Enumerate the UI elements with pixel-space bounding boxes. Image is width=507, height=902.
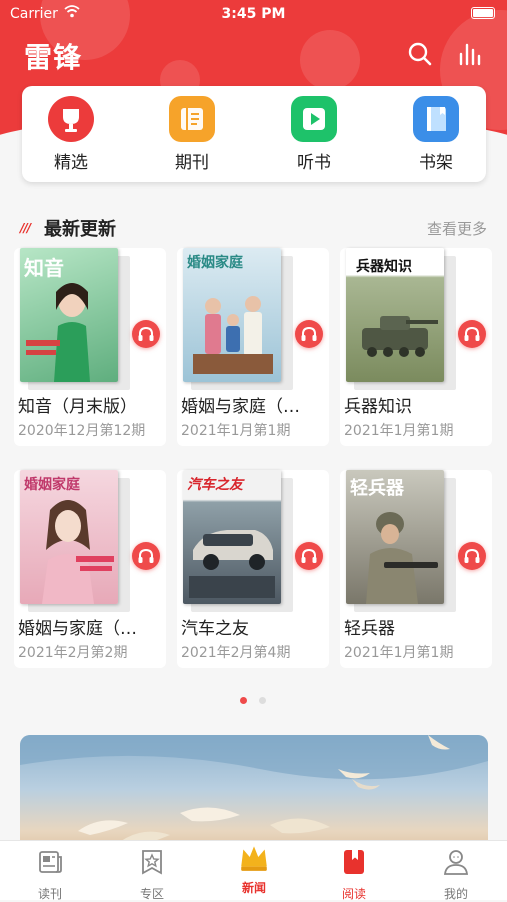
crown-icon: [241, 846, 267, 871]
magazine-title: 轻兵器: [344, 619, 395, 639]
category-audiobooks[interactable]: 听书: [274, 96, 354, 173]
headphones-icon[interactable]: [295, 542, 323, 570]
magazine-issue: 2021年1月第1期: [181, 423, 291, 439]
magazine-issue: 2021年2月第4期: [181, 645, 291, 661]
bottom-tab-bar: 读刊 专区 新闻 阅读 我的: [0, 840, 507, 902]
magazine-issue: 2021年1月第1期: [344, 645, 454, 661]
profile-icon: [443, 850, 469, 875]
magazine-issue: 2020年12月第12期: [18, 423, 146, 439]
magazine-card[interactable]: 汽车之友 汽车之友 2021年2月第4期: [177, 470, 329, 668]
book-open-icon: [169, 96, 215, 142]
magazine-cover: 轻兵器: [346, 470, 444, 604]
tab-profile[interactable]: 我的: [416, 847, 496, 902]
magazine-cover: 婚姻家庭: [20, 470, 118, 604]
category-bookshelf[interactable]: 书架: [396, 96, 476, 173]
magazine-card[interactable]: 轻兵器 轻兵器 2021年1月第1期: [340, 470, 492, 668]
page-dot[interactable]: [259, 697, 267, 704]
page-title: 雷锋: [24, 41, 83, 74]
magazine-cover: 知音: [20, 248, 118, 382]
section-title: 最新更新: [44, 219, 116, 240]
category-featured[interactable]: 精选: [31, 96, 111, 173]
battery-icon: [471, 7, 495, 19]
headphones-icon[interactable]: [132, 542, 160, 570]
magazine-card[interactable]: 兵器知识 兵器知识 2021年1月第1期: [340, 248, 492, 446]
headphones-icon[interactable]: [458, 320, 486, 348]
play-icon: [291, 96, 337, 142]
headphones-icon[interactable]: [295, 320, 323, 348]
tab-label: 专区: [139, 887, 164, 901]
magazine-title: 婚姻与家庭（…: [18, 619, 137, 639]
category-label: 听书: [297, 153, 331, 173]
latest-updates-header: /// 最新更新 查看更多: [0, 206, 507, 246]
ranking-chart-icon[interactable]: [456, 40, 484, 68]
bookshelf-icon: [413, 96, 459, 142]
magazine-title: 兵器知识: [344, 397, 412, 417]
tab-zone[interactable]: 专区: [112, 847, 192, 902]
category-label: 期刊: [175, 153, 209, 173]
promo-banner[interactable]: [20, 735, 488, 855]
view-more-link[interactable]: 查看更多: [427, 218, 487, 239]
magazine-title: 婚姻与家庭（…: [181, 397, 300, 417]
magazine-issue: 2021年1月第1期: [344, 423, 454, 439]
magazine-cover: 兵器知识: [346, 248, 444, 382]
category-label: 书架: [419, 153, 453, 173]
clock: 3:45 PM: [221, 6, 286, 22]
page-indicator[interactable]: [240, 689, 273, 708]
magazine-card[interactable]: 知音 知音（月末版） 2020年12月第12期: [14, 248, 166, 446]
tab-label: 我的: [443, 887, 468, 901]
newspaper-icon: [39, 851, 62, 873]
star-badge-icon: [142, 850, 162, 875]
magazine-title: 汽车之友: [181, 619, 249, 639]
headphones-icon[interactable]: [458, 542, 486, 570]
category-card: 精选 期刊 听书 书架: [22, 86, 486, 182]
magazine-title: 知音（月末版）: [18, 397, 137, 417]
magazine-card[interactable]: 婚姻家庭 婚姻与家庭（… 2021年2月第2期: [14, 470, 166, 668]
category-periodicals[interactable]: 期刊: [152, 96, 232, 173]
magazine-issue: 2021年2月第2期: [18, 645, 128, 661]
tab-reading[interactable]: 阅读: [314, 847, 394, 902]
tab-news[interactable]: 新闻: [214, 846, 294, 896]
search-icon[interactable]: [406, 40, 434, 68]
category-label: 精选: [54, 153, 88, 173]
page-dot-active[interactable]: [240, 697, 247, 704]
magazine-cover: 汽车之友: [183, 470, 281, 604]
magazine-cover: 婚姻家庭: [183, 248, 281, 382]
tab-label: 新闻: [241, 881, 266, 895]
status-bar: Carrier 3:45 PM: [0, 0, 507, 28]
trophy-icon: [48, 96, 94, 142]
bookmark-book-icon: [344, 850, 364, 874]
magazine-card[interactable]: 婚姻家庭 婚姻与家庭（… 2021年1月第1期: [177, 248, 329, 446]
tab-read-journals[interactable]: 读刊: [10, 847, 90, 902]
section-decoration-icon: ///: [20, 221, 31, 235]
headphones-icon[interactable]: [132, 320, 160, 348]
tab-label: 阅读: [341, 887, 366, 901]
tab-label: 读刊: [37, 887, 62, 901]
